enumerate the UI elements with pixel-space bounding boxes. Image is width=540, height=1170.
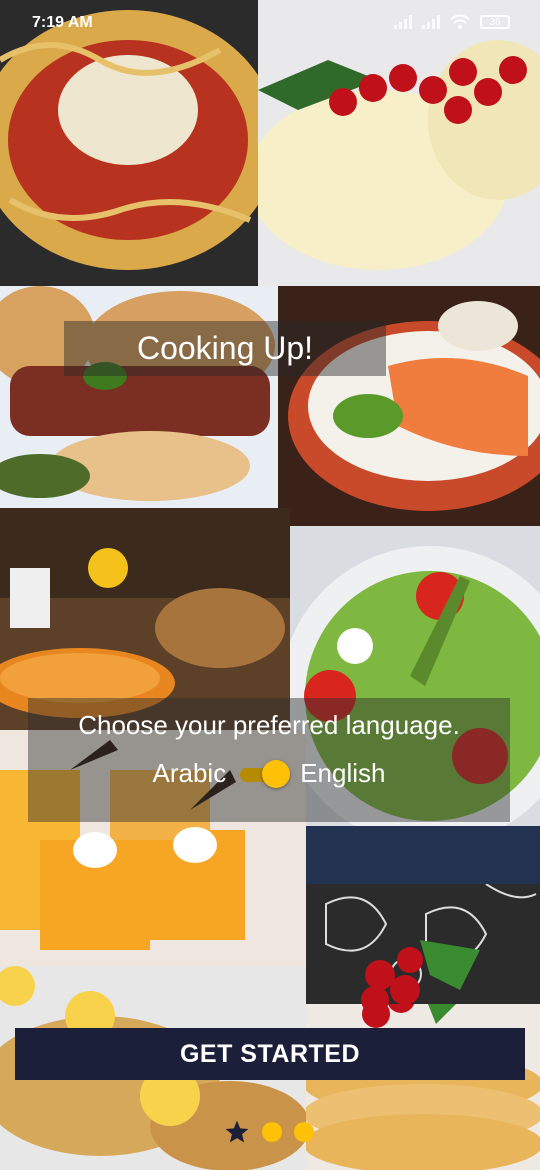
page-dot[interactable]: [262, 1122, 282, 1142]
language-toggle[interactable]: [240, 759, 291, 788]
photo-restaurant-table: [0, 508, 290, 730]
photo-burger: [0, 286, 278, 508]
status-bar: 7:19 AM 36: [0, 0, 540, 46]
get-started-button[interactable]: GET STARTED: [15, 1028, 525, 1080]
signal-icon: [394, 15, 412, 29]
battery-level: 36: [489, 16, 501, 28]
photo-berries: [350, 930, 490, 1010]
battery-icon: 36: [480, 15, 510, 29]
app-title-banner: Cooking Up!: [64, 321, 386, 376]
language-option-arabic[interactable]: Arabic: [153, 758, 227, 789]
status-time: 7:19 AM: [32, 14, 93, 31]
toggle-thumb: [262, 759, 291, 788]
language-prompt: Choose your preferred language.: [78, 710, 460, 740]
page-dot[interactable]: [294, 1122, 314, 1142]
app-title: Cooking Up!: [136, 330, 314, 366]
language-option-english[interactable]: English: [300, 758, 385, 789]
star-icon[interactable]: [224, 1119, 250, 1145]
wifi-icon: [450, 14, 470, 29]
language-selector: Arabic English: [28, 758, 510, 789]
background-collage: [0, 0, 540, 1170]
signal-icon: [422, 15, 440, 29]
page-indicator: [224, 1119, 314, 1145]
language-panel: Choose your preferred language. Arabic E…: [28, 698, 510, 822]
